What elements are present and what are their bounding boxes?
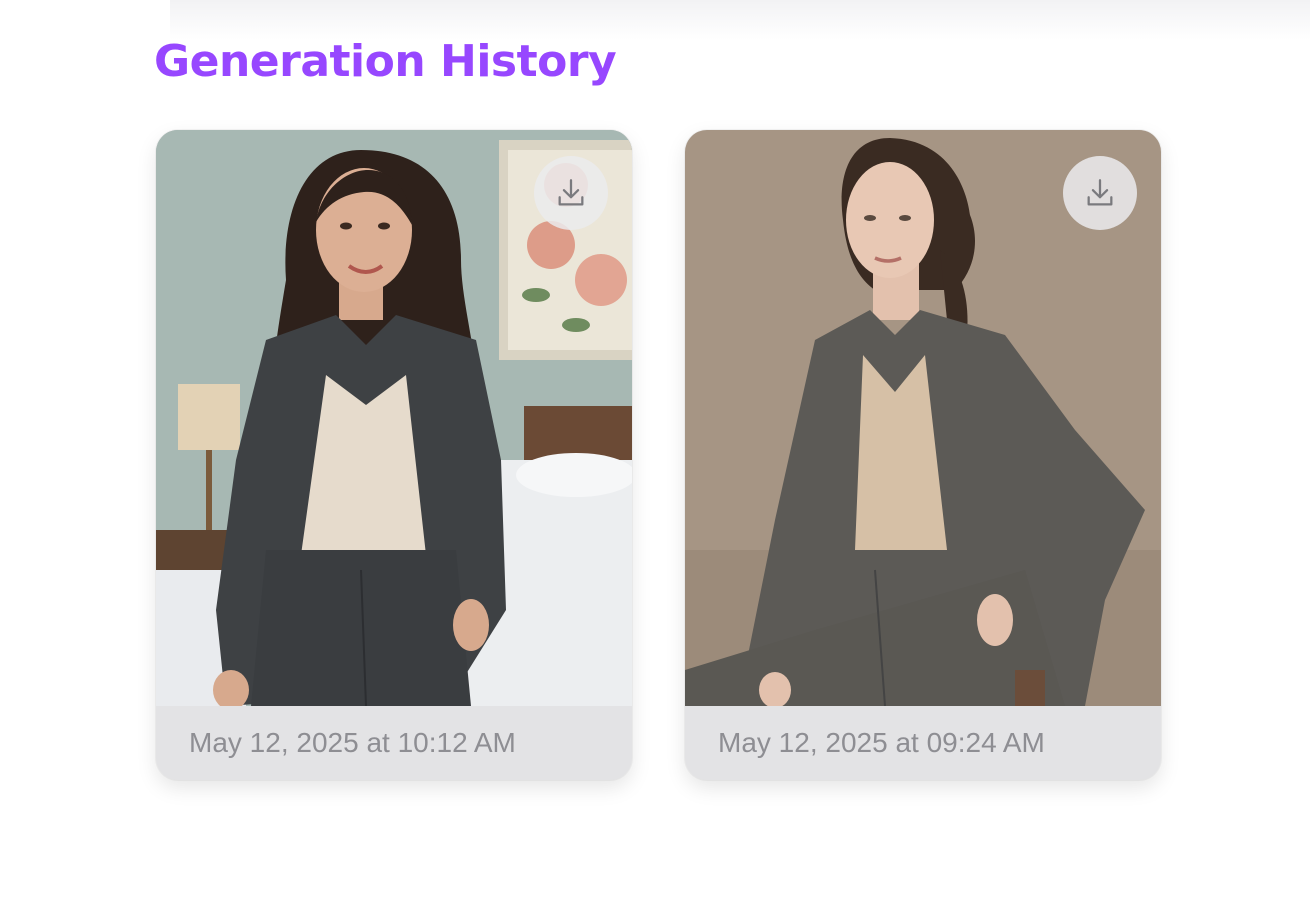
- timestamp: May 12, 2025 at 10:12 AM: [189, 727, 516, 758]
- download-icon: [558, 179, 584, 206]
- download-button[interactable]: [1063, 156, 1137, 230]
- history-card[interactable]: May 12, 2025 at 09:24 AM: [685, 130, 1161, 780]
- top-shadow: [170, 0, 1310, 40]
- timestamp: May 12, 2025 at 09:24 AM: [718, 727, 1045, 758]
- history-card[interactable]: May 12, 2025 at 10:12 AM: [156, 130, 632, 780]
- page-title: Generation History: [154, 36, 617, 87]
- download-button[interactable]: [534, 156, 608, 230]
- download-icon: [1087, 179, 1113, 206]
